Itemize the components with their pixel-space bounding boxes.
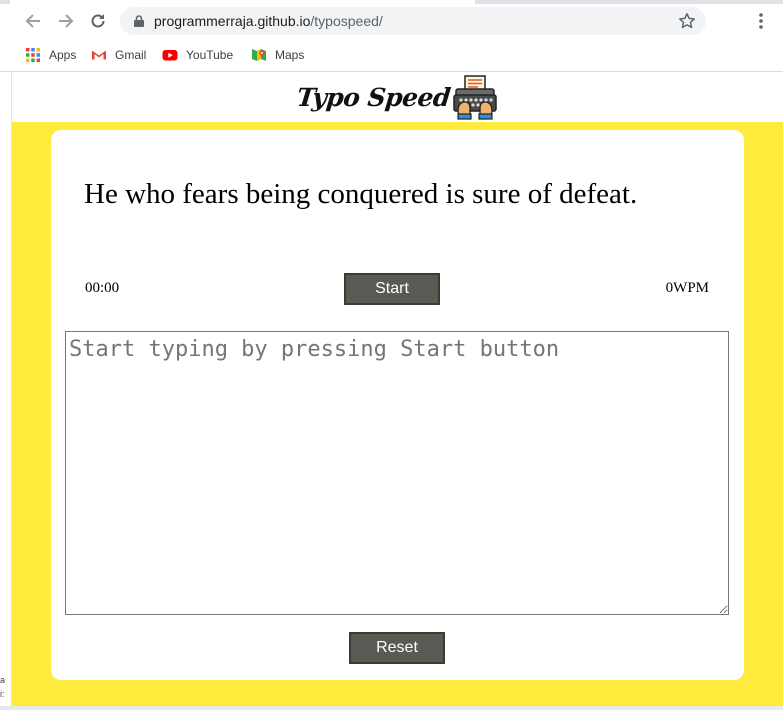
edge-fragment: a: [0, 675, 6, 685]
url-host: programmerraja.github.io: [154, 13, 311, 29]
forward-arrow-icon: [59, 14, 74, 28]
bookmark-apps[interactable]: Apps: [25, 45, 76, 65]
bookmark-label: Maps: [275, 48, 305, 62]
back-button[interactable]: [21, 9, 45, 33]
quote-text: He who fears being conquered is sure of …: [84, 178, 638, 210]
timer-display: 00:00: [85, 280, 120, 296]
typospeed-page: Typo Speed He who fears being conquered …: [12, 72, 783, 710]
wpm-display: 0WPM: [665, 280, 709, 296]
bookmarks-bar: Apps Gmail YouTube Maps: [0, 42, 783, 68]
bookmark-gmail[interactable]: Gmail: [91, 45, 146, 65]
gmail-icon: [92, 50, 106, 60]
window-bottom-border: [0, 706, 783, 710]
edge-fragment: i:: [0, 689, 5, 699]
reset-button[interactable]: Reset: [349, 632, 445, 664]
maps-icon: [252, 49, 266, 61]
browser-toolbar: programmerraja.github.io/typospeed/ Apps…: [0, 0, 783, 72]
back-arrow-icon: [25, 14, 40, 28]
more-vert-icon: [759, 13, 763, 29]
typing-input[interactable]: [65, 331, 729, 615]
bookmark-maps[interactable]: Maps: [251, 45, 304, 65]
start-button[interactable]: Start: [344, 273, 440, 305]
bookmark-label: Apps: [49, 48, 77, 62]
bookmark-label: YouTube: [186, 48, 234, 62]
typing-card: He who fears being conquered is sure of …: [51, 130, 744, 680]
apps-grid-icon: [26, 48, 40, 62]
yellow-background: He who fears being conquered is sure of …: [12, 122, 783, 710]
forward-button[interactable]: [54, 9, 78, 33]
browser-menu-button[interactable]: [752, 9, 770, 33]
typewriter-logo-icon: [453, 75, 497, 120]
background-window-edge: a i:: [0, 72, 12, 710]
reload-button[interactable]: [86, 9, 110, 33]
url-text: programmerraja.github.io/typospeed/: [154, 13, 383, 29]
bookmark-label: Gmail: [115, 48, 147, 62]
bookmark-youtube[interactable]: YouTube: [162, 45, 233, 65]
reload-icon: [91, 14, 105, 28]
url-path: /typospeed/: [310, 13, 383, 29]
youtube-icon: [162, 50, 178, 61]
bookmark-star-icon[interactable]: [678, 12, 696, 30]
site-header: Typo Speed: [12, 72, 783, 122]
address-bar[interactable]: programmerraja.github.io/typospeed/: [120, 7, 706, 35]
active-tab[interactable]: [10, 0, 475, 4]
tab-strip: [0, 0, 783, 4]
lock-icon: [134, 15, 144, 27]
logo-text: Typo Speed: [295, 82, 452, 112]
